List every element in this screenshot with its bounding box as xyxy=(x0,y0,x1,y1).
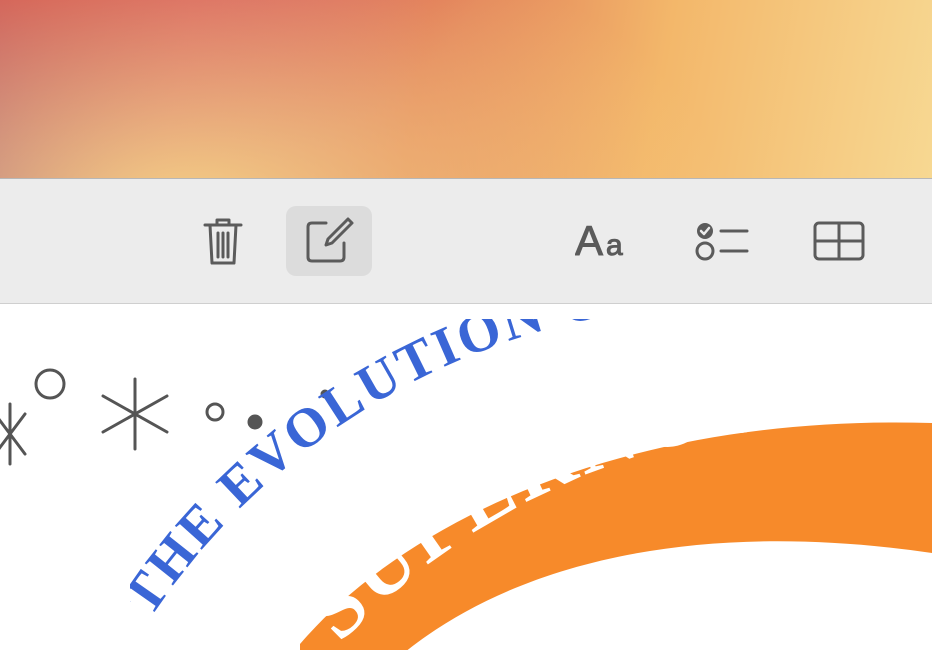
note-canvas: THE EVOLUTION OF M SUPERNOV xyxy=(0,304,932,650)
desktop-wallpaper xyxy=(0,0,932,178)
brush-stroke xyxy=(300,414,932,650)
text-format-icon: A a xyxy=(575,217,639,265)
new-note-button[interactable] xyxy=(286,206,372,276)
app-toolbar: A a Create a note xyxy=(0,178,932,304)
svg-text:a: a xyxy=(606,229,623,262)
delete-button[interactable] xyxy=(180,206,266,276)
table-icon xyxy=(811,219,867,263)
toolbar-group-left xyxy=(180,206,372,276)
svg-text:A: A xyxy=(575,217,603,264)
checklist-icon xyxy=(695,219,751,263)
table-button[interactable] xyxy=(796,206,882,276)
format-button[interactable]: A a xyxy=(564,206,650,276)
toolbar-group-right: A a xyxy=(564,206,882,276)
checklist-button[interactable] xyxy=(680,206,766,276)
trash-icon xyxy=(199,215,247,267)
compose-icon xyxy=(302,215,356,267)
